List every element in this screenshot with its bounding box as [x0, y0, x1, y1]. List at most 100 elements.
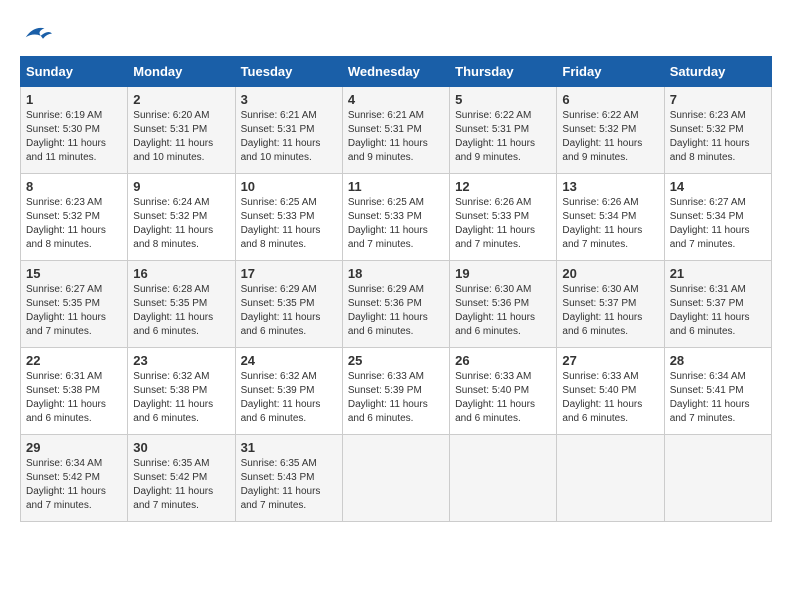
day-cell	[557, 435, 664, 522]
day-info: Sunrise: 6:25 AM Sunset: 5:33 PM Dayligh…	[348, 196, 444, 252]
day-cell	[664, 435, 771, 522]
day-number: 28	[670, 353, 766, 368]
day-cell: 28 Sunrise: 6:34 AM Sunset: 5:41 PM Dayli…	[664, 348, 771, 435]
header-cell-friday: Friday	[557, 57, 664, 87]
day-number: 2	[133, 92, 229, 107]
header-cell-monday: Monday	[128, 57, 235, 87]
day-number: 16	[133, 266, 229, 281]
day-number: 1	[26, 92, 122, 107]
day-cell: 27 Sunrise: 6:33 AM Sunset: 5:40 PM Dayli…	[557, 348, 664, 435]
day-cell: 16 Sunrise: 6:28 AM Sunset: 5:35 PM Dayli…	[128, 261, 235, 348]
day-cell: 25 Sunrise: 6:33 AM Sunset: 5:39 PM Dayli…	[342, 348, 449, 435]
day-cell: 30 Sunrise: 6:35 AM Sunset: 5:42 PM Dayli…	[128, 435, 235, 522]
day-info: Sunrise: 6:23 AM Sunset: 5:32 PM Dayligh…	[670, 109, 766, 165]
day-number: 22	[26, 353, 122, 368]
day-info: Sunrise: 6:30 AM Sunset: 5:37 PM Dayligh…	[562, 283, 658, 339]
day-number: 18	[348, 266, 444, 281]
day-number: 26	[455, 353, 551, 368]
calendar-body: 1 Sunrise: 6:19 AM Sunset: 5:30 PM Daylig…	[21, 87, 772, 522]
day-info: Sunrise: 6:29 AM Sunset: 5:35 PM Dayligh…	[241, 283, 337, 339]
day-number: 8	[26, 179, 122, 194]
day-number: 27	[562, 353, 658, 368]
day-number: 14	[670, 179, 766, 194]
day-cell: 15Sunrise: 6:27 AM Sunset: 5:35 PM Dayli…	[21, 261, 128, 348]
day-cell	[342, 435, 449, 522]
day-info: Sunrise: 6:25 AM Sunset: 5:33 PM Dayligh…	[241, 196, 337, 252]
day-cell: 11 Sunrise: 6:25 AM Sunset: 5:33 PM Dayli…	[342, 174, 449, 261]
day-info: Sunrise: 6:31 AM Sunset: 5:38 PM Dayligh…	[26, 370, 122, 426]
day-cell: 7 Sunrise: 6:23 AM Sunset: 5:32 PM Daylig…	[664, 87, 771, 174]
logo-bird-icon	[22, 21, 52, 46]
day-info: Sunrise: 6:22 AM Sunset: 5:32 PM Dayligh…	[562, 109, 658, 165]
day-info: Sunrise: 6:33 AM Sunset: 5:40 PM Dayligh…	[455, 370, 551, 426]
day-info: Sunrise: 6:35 AM Sunset: 5:43 PM Dayligh…	[241, 457, 337, 513]
calendar-header: SundayMondayTuesdayWednesdayThursdayFrid…	[21, 57, 772, 87]
day-number: 4	[348, 92, 444, 107]
day-cell: 26 Sunrise: 6:33 AM Sunset: 5:40 PM Dayli…	[450, 348, 557, 435]
day-cell: 1 Sunrise: 6:19 AM Sunset: 5:30 PM Daylig…	[21, 87, 128, 174]
day-number: 30	[133, 440, 229, 455]
week-row-5: 29 Sunrise: 6:34 AM Sunset: 5:42 PM Dayli…	[21, 435, 772, 522]
day-info: Sunrise: 6:34 AM Sunset: 5:42 PM Dayligh…	[26, 457, 122, 513]
day-number: 20	[562, 266, 658, 281]
day-info: Sunrise: 6:27 AM Sunset: 5:34 PM Dayligh…	[670, 196, 766, 252]
day-cell: 8 Sunrise: 6:23 AM Sunset: 5:32 PM Daylig…	[21, 174, 128, 261]
day-info: Sunrise: 6:21 AM Sunset: 5:31 PM Dayligh…	[348, 109, 444, 165]
day-cell: 21 Sunrise: 6:31 AM Sunset: 5:37 PM Dayli…	[664, 261, 771, 348]
day-cell: 13 Sunrise: 6:26 AM Sunset: 5:34 PM Dayli…	[557, 174, 664, 261]
day-number: 24	[241, 353, 337, 368]
day-cell: 5 Sunrise: 6:22 AM Sunset: 5:31 PM Daylig…	[450, 87, 557, 174]
day-cell: 20 Sunrise: 6:30 AM Sunset: 5:37 PM Dayli…	[557, 261, 664, 348]
day-info: Sunrise: 6:24 AM Sunset: 5:32 PM Dayligh…	[133, 196, 229, 252]
day-number: 7	[670, 92, 766, 107]
day-number: 3	[241, 92, 337, 107]
day-cell: 6 Sunrise: 6:22 AM Sunset: 5:32 PM Daylig…	[557, 87, 664, 174]
day-number: 31	[241, 440, 337, 455]
day-info: Sunrise: 6:35 AM Sunset: 5:42 PM Dayligh…	[133, 457, 229, 513]
logo	[20, 20, 52, 46]
day-number: 11	[348, 179, 444, 194]
week-row-4: 22 Sunrise: 6:31 AM Sunset: 5:38 PM Dayli…	[21, 348, 772, 435]
day-number: 6	[562, 92, 658, 107]
calendar-table: SundayMondayTuesdayWednesdayThursdayFrid…	[20, 56, 772, 522]
week-row-1: 1 Sunrise: 6:19 AM Sunset: 5:30 PM Daylig…	[21, 87, 772, 174]
day-number: 12	[455, 179, 551, 194]
day-cell: 10Sunrise: 6:25 AM Sunset: 5:33 PM Dayli…	[235, 174, 342, 261]
day-info: Sunrise: 6:22 AM Sunset: 5:31 PM Dayligh…	[455, 109, 551, 165]
day-info: Sunrise: 6:34 AM Sunset: 5:41 PM Dayligh…	[670, 370, 766, 426]
day-cell: 2Sunrise: 6:20 AM Sunset: 5:31 PM Daylig…	[128, 87, 235, 174]
day-number: 5	[455, 92, 551, 107]
day-info: Sunrise: 6:33 AM Sunset: 5:39 PM Dayligh…	[348, 370, 444, 426]
day-cell: 22 Sunrise: 6:31 AM Sunset: 5:38 PM Dayli…	[21, 348, 128, 435]
day-number: 29	[26, 440, 122, 455]
day-info: Sunrise: 6:29 AM Sunset: 5:36 PM Dayligh…	[348, 283, 444, 339]
header-row: SundayMondayTuesdayWednesdayThursdayFrid…	[21, 57, 772, 87]
header-cell-thursday: Thursday	[450, 57, 557, 87]
day-cell: 18 Sunrise: 6:29 AM Sunset: 5:36 PM Dayli…	[342, 261, 449, 348]
day-cell: 17 Sunrise: 6:29 AM Sunset: 5:35 PM Dayli…	[235, 261, 342, 348]
page-header	[20, 20, 772, 46]
day-cell	[450, 435, 557, 522]
day-info: Sunrise: 6:27 AM Sunset: 5:35 PM Dayligh…	[26, 283, 122, 339]
header-cell-sunday: Sunday	[21, 57, 128, 87]
day-info: Sunrise: 6:23 AM Sunset: 5:32 PM Dayligh…	[26, 196, 122, 252]
day-number: 13	[562, 179, 658, 194]
day-cell: 9 Sunrise: 6:24 AM Sunset: 5:32 PM Daylig…	[128, 174, 235, 261]
day-info: Sunrise: 6:33 AM Sunset: 5:40 PM Dayligh…	[562, 370, 658, 426]
day-cell: 12Sunrise: 6:26 AM Sunset: 5:33 PM Dayli…	[450, 174, 557, 261]
day-number: 21	[670, 266, 766, 281]
day-info: Sunrise: 6:31 AM Sunset: 5:37 PM Dayligh…	[670, 283, 766, 339]
day-number: 9	[133, 179, 229, 194]
day-info: Sunrise: 6:28 AM Sunset: 5:35 PM Dayligh…	[133, 283, 229, 339]
day-info: Sunrise: 6:32 AM Sunset: 5:38 PM Dayligh…	[133, 370, 229, 426]
day-cell: 29 Sunrise: 6:34 AM Sunset: 5:42 PM Dayli…	[21, 435, 128, 522]
day-number: 25	[348, 353, 444, 368]
day-info: Sunrise: 6:26 AM Sunset: 5:34 PM Dayligh…	[562, 196, 658, 252]
header-cell-saturday: Saturday	[664, 57, 771, 87]
day-info: Sunrise: 6:19 AM Sunset: 5:30 PM Dayligh…	[26, 109, 122, 165]
day-cell: 3 Sunrise: 6:21 AM Sunset: 5:31 PM Daylig…	[235, 87, 342, 174]
day-info: Sunrise: 6:30 AM Sunset: 5:36 PM Dayligh…	[455, 283, 551, 339]
day-info: Sunrise: 6:21 AM Sunset: 5:31 PM Dayligh…	[241, 109, 337, 165]
day-number: 17	[241, 266, 337, 281]
day-cell: 24Sunrise: 6:32 AM Sunset: 5:39 PM Dayli…	[235, 348, 342, 435]
